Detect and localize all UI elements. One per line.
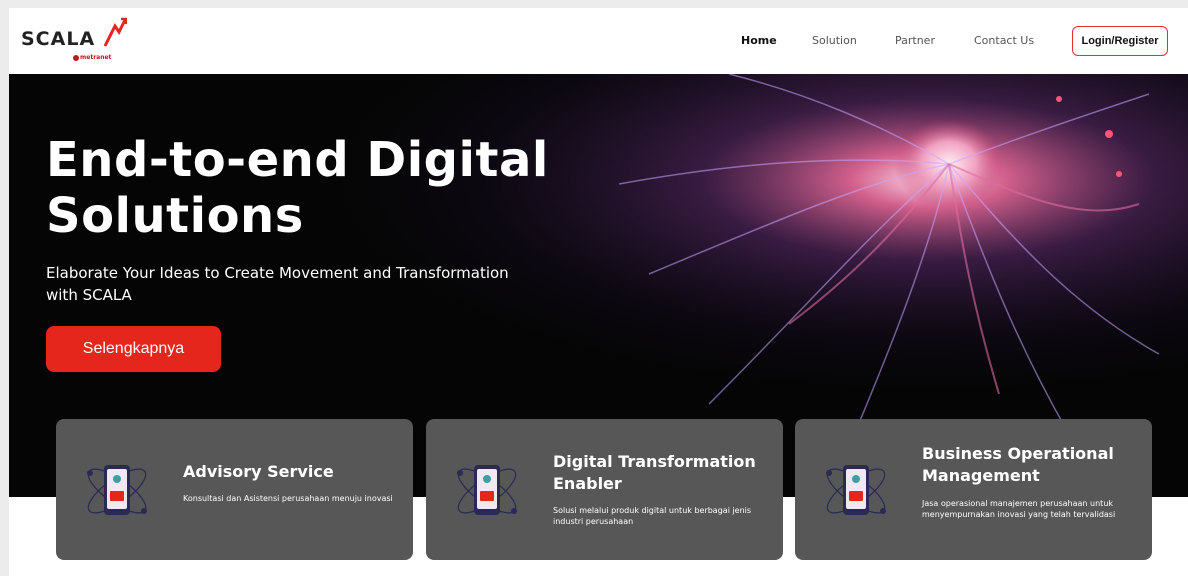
login-register-button[interactable]: Login/Register (1072, 26, 1168, 56)
card-title: Business Operational Management (922, 444, 1114, 485)
card-title: Advisory Service (183, 462, 334, 481)
metranet-dot-icon (73, 54, 79, 61)
card-description: Konsultasi dan Asistensi perusahaan menu… (183, 494, 393, 503)
nav-contact-us[interactable]: Contact Us (974, 34, 1034, 47)
phone-atom-icon (457, 465, 517, 515)
hero-subtitle-line-1: Elaborate Your Ideas to Create Movement … (46, 264, 509, 282)
hero-title: End-to-end Digital Solutions (46, 132, 646, 244)
card-advisory-service[interactable]: Advisory Service Konsultasi dan Asistens… (56, 419, 413, 560)
phone-atom-icon (826, 465, 886, 515)
hero-title-line-1: End-to-end Digital (46, 132, 549, 188)
logo-sub-text: metranet (80, 54, 112, 61)
navbar: SCALA metranet Home Solution Partner Con… (9, 8, 1188, 74)
logo-arrow-icon (103, 17, 127, 47)
card-digital-transformation-enabler[interactable]: Digital Transformation Enabler Solusi me… (426, 419, 783, 560)
phone-atom-icon (87, 465, 147, 515)
card-title: Digital Transformation Enabler (553, 452, 756, 493)
nav-home[interactable]: Home (741, 34, 777, 47)
hero-title-line-2: Solutions (46, 188, 304, 244)
scala-logo[interactable]: SCALA metranet (21, 16, 131, 64)
hero-subtitle-line-2: with SCALA (46, 286, 132, 304)
card-description: Solusi melalui produk digital untuk berb… (553, 506, 752, 526)
page: SCALA metranet Home Solution Partner Con… (9, 8, 1188, 576)
card-description: Jasa operasional manajemen perusahaan un… (922, 499, 1116, 519)
selengkapnya-button[interactable]: Selengkapnya (46, 326, 221, 372)
logo-subbrand: metranet (73, 54, 111, 61)
logo-text: SCALA (21, 28, 96, 50)
nav-partner[interactable]: Partner (895, 34, 935, 47)
hero-subtitle: Elaborate Your Ideas to Create Movement … (46, 262, 546, 306)
card-business-operational-management[interactable]: Business Operational Management Jasa ope… (795, 419, 1152, 560)
nav-solution[interactable]: Solution (812, 34, 857, 47)
